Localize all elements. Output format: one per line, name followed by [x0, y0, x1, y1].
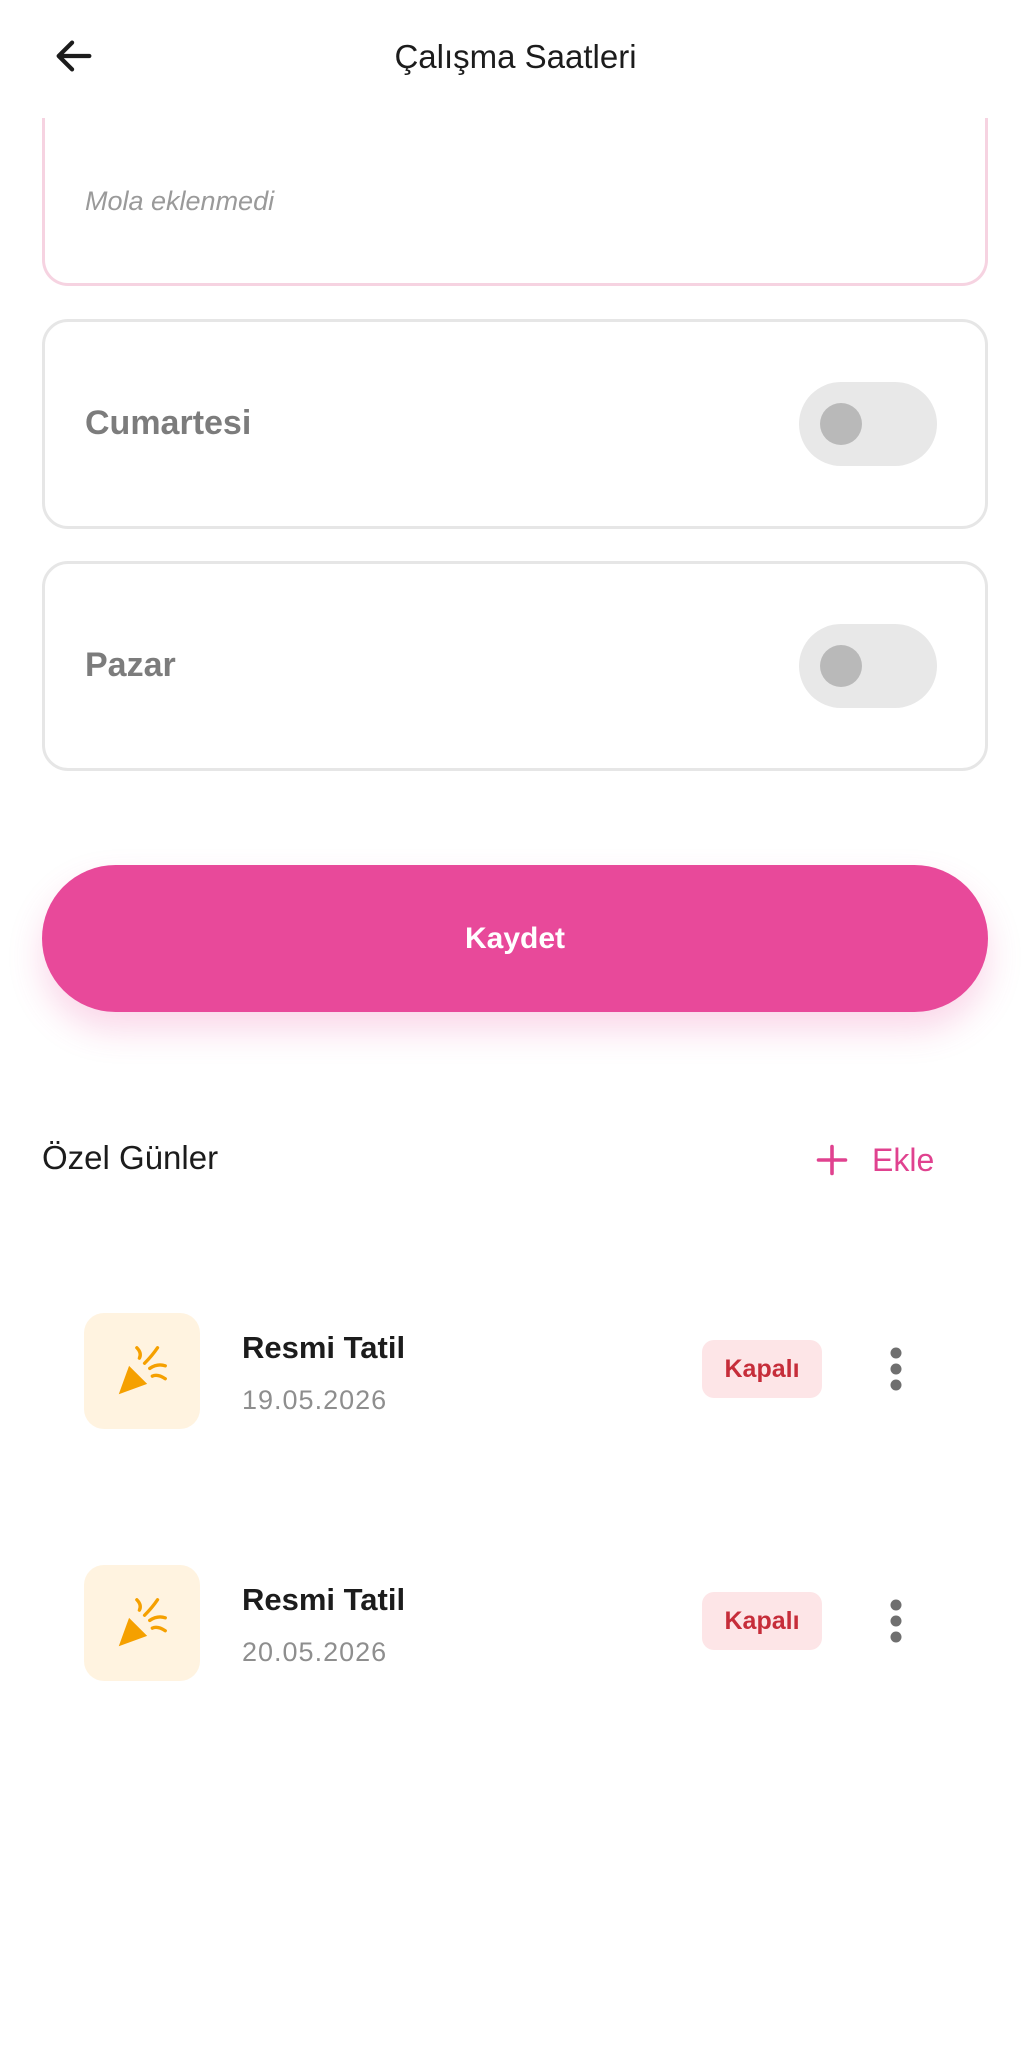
toggle-knob — [820, 645, 862, 687]
add-special-day-button[interactable]: Ekle — [814, 1130, 934, 1190]
day-label: Cumartesi — [85, 404, 252, 442]
page-title: Çalışma Saatleri — [394, 38, 637, 75]
special-days-title: Özel Günler — [42, 1139, 219, 1176]
sunday-toggle[interactable] — [799, 624, 937, 708]
more-options-button[interactable] — [872, 1591, 920, 1651]
special-day-item[interactable]: Resmi Tatil 19.05.2026 Kapalı — [42, 1275, 988, 1465]
app-header: Çalışma Saatleri — [0, 0, 1031, 118]
more-vertical-icon — [890, 1599, 902, 1643]
break-card: Mola eklenmedi — [42, 110, 988, 286]
save-button[interactable]: Kaydet — [42, 865, 988, 1012]
special-day-date: 19.05.2026 — [242, 1385, 388, 1415]
status-badge: Kapalı — [702, 1592, 822, 1650]
party-popper-icon — [84, 1313, 200, 1429]
more-vertical-icon — [890, 1347, 902, 1391]
status-badge: Kapalı — [702, 1340, 822, 1398]
day-card-saturday: Cumartesi — [42, 319, 988, 529]
special-day-title: Resmi Tatil — [242, 1330, 406, 1365]
no-break-text: Mola eklenmedi — [85, 186, 275, 216]
add-label: Ekle — [872, 1141, 935, 1178]
saturday-toggle[interactable] — [799, 382, 937, 466]
day-card-sunday: Pazar — [42, 561, 988, 771]
special-day-item[interactable]: Resmi Tatil 20.05.2026 Kapalı — [42, 1527, 988, 1717]
special-day-title: Resmi Tatil — [242, 1582, 406, 1617]
plus-icon — [814, 1142, 850, 1178]
special-day-date: 20.05.2026 — [242, 1637, 388, 1667]
day-label: Pazar — [85, 646, 176, 684]
toggle-knob — [820, 403, 862, 445]
party-popper-icon — [84, 1565, 200, 1681]
more-options-button[interactable] — [872, 1339, 920, 1399]
